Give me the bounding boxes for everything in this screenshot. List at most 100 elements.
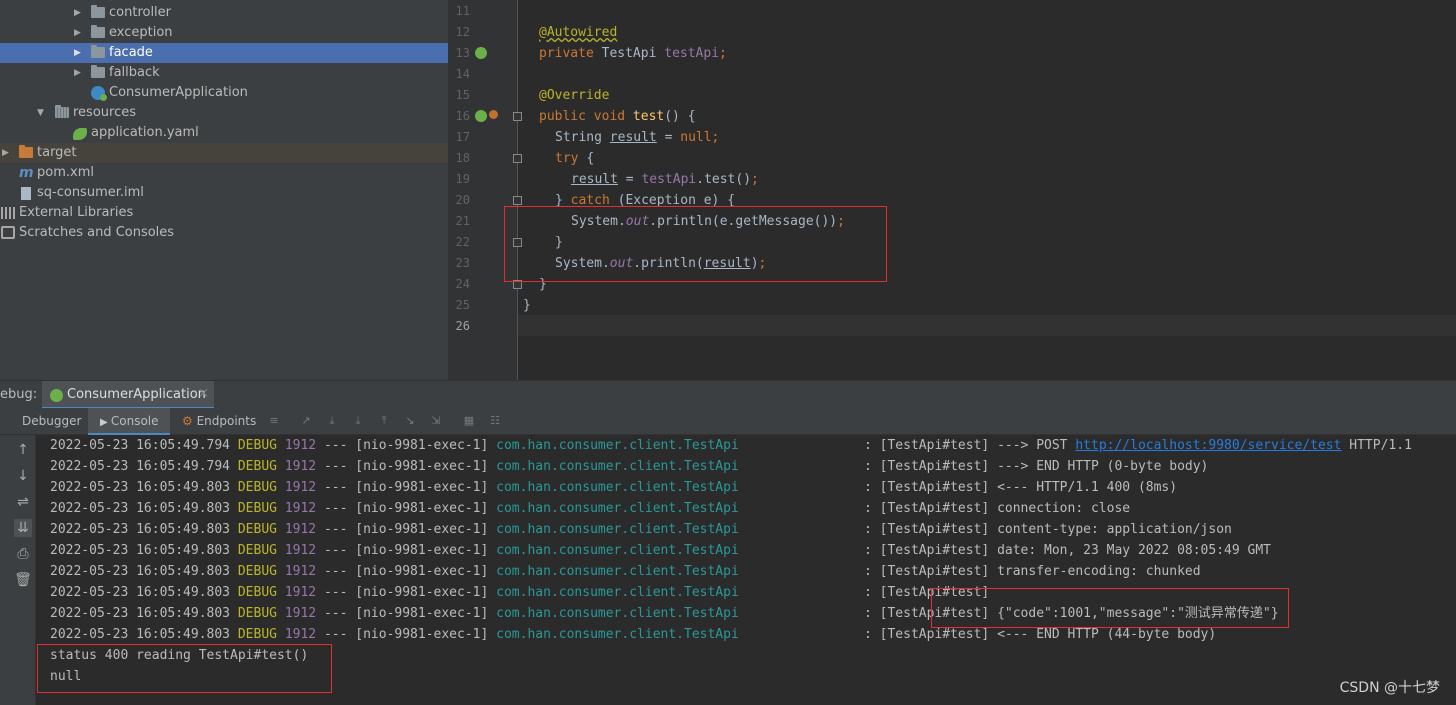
tree-item-facade[interactable]: ▶ facade: [0, 43, 448, 63]
show-execution-point-icon[interactable]: ↗: [300, 415, 312, 427]
spring-bean-gutter-icon[interactable]: [475, 47, 487, 59]
debug-config-tab[interactable]: ConsumerApplication ×: [42, 381, 214, 409]
log-timestamp: 2022-05-23 16:05:49.803: [50, 606, 231, 621]
log-level: DEBUG: [237, 606, 277, 621]
override-gutter-icon[interactable]: [489, 110, 498, 119]
code-line-19: result = testApi.test();: [571, 172, 759, 187]
log-separator: :: [864, 564, 872, 579]
log-line: 2022-05-23 16:05:49.803 DEBUG 1912 --- […: [50, 561, 1201, 582]
line-number: 26: [455, 319, 470, 333]
log-separator: :: [864, 501, 872, 516]
expand-arrow-icon[interactable]: ▶: [74, 3, 81, 23]
expand-arrow-icon[interactable]: ▶: [74, 63, 81, 83]
menu-lines-icon[interactable]: ≡: [268, 415, 280, 427]
step-out-icon[interactable]: ⤒: [378, 415, 390, 427]
step-over-icon[interactable]: ⤓: [326, 415, 338, 427]
log-line: 2022-05-23 16:05:49.803 DEBUG 1912 --- […: [50, 498, 1130, 519]
tree-item-scratches[interactable]: Scratches and Consoles: [0, 223, 448, 243]
tree-item-label: sq-consumer.iml: [37, 185, 144, 200]
log-line: 2022-05-23 16:05:49.803 DEBUG 1912 --- […: [50, 477, 1177, 498]
tree-item-resources[interactable]: ▼ resources: [0, 103, 448, 123]
tab-endpoints[interactable]: ⚙ Endpoints: [178, 408, 262, 435]
print-icon[interactable]: ⎙: [14, 545, 32, 563]
tree-item-target[interactable]: ▶ target: [0, 143, 448, 163]
log-tag: [TestApi#test]: [879, 522, 990, 537]
table-view-icon[interactable]: ▦: [463, 415, 475, 427]
tree-item-consumer-application[interactable]: ConsumerApplication: [0, 83, 448, 103]
evaluate-expression-icon[interactable]: ⇲: [430, 415, 442, 427]
line-number: 11: [455, 4, 470, 18]
editor-gutter[interactable]: 11 12 13 14 15 16 17 18 19 20 21 22 23 2…: [448, 0, 522, 380]
debug-tool-window-header: ebug: ConsumerApplication ×: [0, 380, 1456, 409]
code-line-12: @Autowired: [539, 25, 618, 40]
folder-icon: [91, 25, 105, 38]
log-tag: [TestApi#test]: [879, 501, 990, 516]
code-editor[interactable]: 11 12 13 14 15 16 17 18 19 20 21 22 23 2…: [448, 0, 1456, 380]
tab-console[interactable]: ▶ Console: [88, 408, 170, 435]
tree-item-fallback[interactable]: ▶ fallback: [0, 63, 448, 83]
trash-icon[interactable]: 🗑: [14, 571, 32, 589]
folder-icon: [91, 65, 105, 78]
log-thread: --- [nio-9981-exec-1]: [323, 564, 489, 579]
log-text: <--- END HTTP (44-byte body): [997, 627, 1217, 642]
log-thread: --- [nio-9981-exec-1]: [323, 522, 489, 537]
spring-bean-gutter-icon[interactable]: [475, 110, 487, 122]
libraries-icon: [1, 207, 15, 219]
folder-icon: [91, 45, 105, 58]
code-line-16: public void test() {: [539, 109, 696, 124]
expand-arrow-icon[interactable]: ▶: [2, 143, 9, 163]
spring-boot-class-icon: [91, 86, 107, 101]
log-timestamp: 2022-05-23 16:05:49.803: [50, 501, 231, 516]
log-timestamp: 2022-05-23 16:05:49.803: [50, 585, 231, 600]
line-number: 13: [455, 46, 470, 60]
expand-arrow-icon[interactable]: ▶: [74, 43, 81, 63]
log-tag: [TestApi#test]: [879, 627, 990, 642]
scroll-to-end-icon[interactable]: ⇊: [14, 519, 32, 537]
log-tag: [TestApi#test]: [879, 543, 990, 558]
collapse-arrow-icon[interactable]: ▼: [37, 103, 44, 123]
fold-marker-icon[interactable]: [513, 154, 522, 163]
log-thread: --- [nio-9981-exec-1]: [323, 480, 489, 495]
console-output[interactable]: 2022-05-23 16:05:49.794 DEBUG 1912 --- […: [36, 435, 1456, 705]
tree-item-external-libraries[interactable]: External Libraries: [0, 203, 448, 223]
maven-icon: m: [19, 165, 34, 181]
step-into-icon[interactable]: ⤓: [352, 415, 364, 427]
fold-marker-icon[interactable]: [513, 112, 522, 121]
tree-item-application-yaml[interactable]: application.yaml: [0, 123, 448, 143]
arrow-down-icon[interactable]: ↓: [14, 467, 32, 485]
log-message: : [TestApi#test] ---> END HTTP (0-byte b…: [864, 456, 1208, 477]
soft-wrap-icon[interactable]: ⇌: [14, 493, 32, 511]
line-number: 23: [455, 256, 470, 270]
log-timestamp: 2022-05-23 16:05:49.794: [50, 438, 231, 453]
log-logger: com.han.consumer.client.TestApi: [496, 606, 739, 621]
tree-item-controller[interactable]: ▶ controller: [0, 3, 448, 23]
tab-debugger[interactable]: Debugger: [14, 408, 86, 435]
log-timestamp: 2022-05-23 16:05:49.803: [50, 480, 231, 495]
expand-arrow-icon[interactable]: ▶: [74, 23, 81, 43]
log-thread: --- [nio-9981-exec-1]: [323, 459, 489, 474]
fold-marker-icon[interactable]: [513, 196, 522, 205]
log-separator: :: [864, 543, 872, 558]
arrow-up-icon[interactable]: ↑: [14, 441, 32, 459]
log-text: date: Mon, 23 May 2022 08:05:49 GMT: [997, 543, 1271, 558]
tree-item-label: application.yaml: [91, 125, 199, 140]
code-line-15: @Override: [539, 88, 610, 103]
close-icon[interactable]: ×: [198, 386, 209, 401]
log-logger: com.han.consumer.client.TestApi: [496, 627, 739, 642]
tree-item-iml[interactable]: sq-consumer.iml: [0, 183, 448, 203]
tree-item-exception[interactable]: ▶ exception: [0, 23, 448, 43]
log-logger: com.han.consumer.client.TestApi: [496, 585, 739, 600]
tree-item-pom-xml[interactable]: m pom.xml: [0, 163, 448, 183]
log-pid: 1912: [284, 501, 317, 516]
yaml-config-icon: [73, 128, 87, 140]
watermark-text: CSDN @十七梦: [1339, 680, 1440, 696]
log-level: DEBUG: [237, 585, 277, 600]
run-to-cursor-icon[interactable]: ↘: [404, 415, 416, 427]
layout-settings-icon[interactable]: ☷: [489, 415, 501, 427]
log-url-link[interactable]: http://localhost:9980/service/test: [1075, 438, 1341, 453]
tree-item-label: controller: [109, 5, 172, 20]
log-timestamp: 2022-05-23 16:05:49.794: [50, 459, 231, 474]
tab-label: Console: [110, 414, 159, 428]
response-highlight-box: [931, 588, 1289, 628]
log-separator: :: [864, 522, 872, 537]
